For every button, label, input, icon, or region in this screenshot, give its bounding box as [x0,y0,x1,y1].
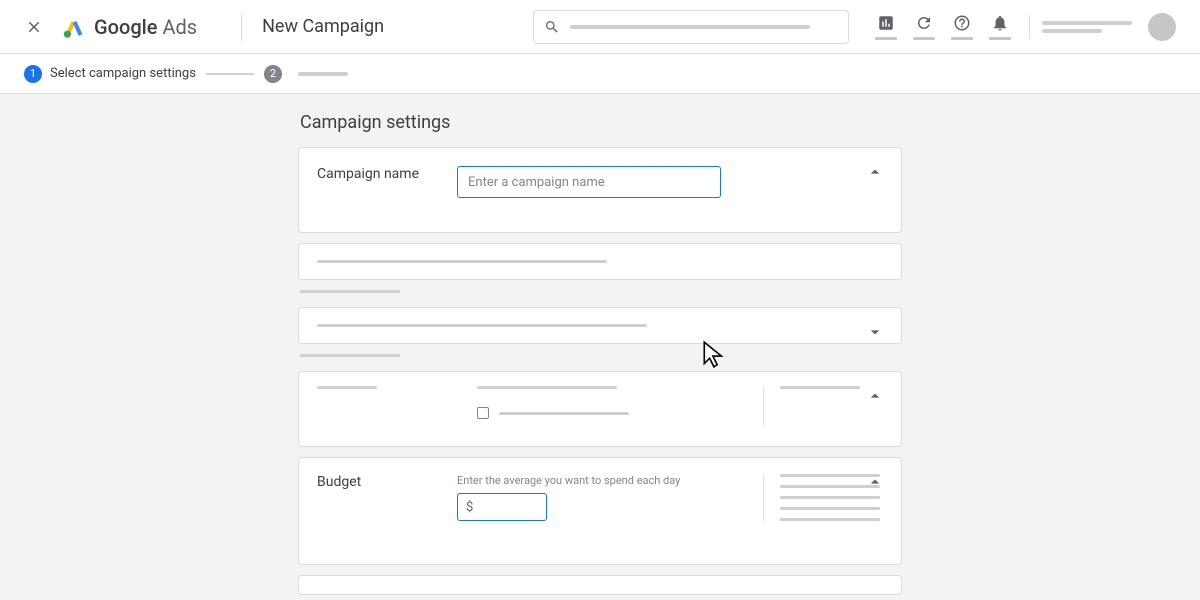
settings-row-3 [298,371,902,447]
chevron-up-icon [865,472,885,492]
notifications-button[interactable] [983,14,1017,40]
section-title: Campaign settings [298,112,902,133]
checkbox[interactable] [477,407,489,419]
reports-icon [877,14,895,32]
collapse-toggle-3[interactable] [865,386,885,406]
search-input[interactable] [533,10,849,44]
close-button[interactable] [24,17,44,37]
step-connector [206,73,254,75]
step-1-number: 1 [24,65,42,83]
help-button[interactable] [945,14,979,40]
header-divider [241,13,242,41]
bell-icon [991,14,1009,32]
header-actions [869,13,1176,41]
collapse-toggle[interactable] [865,162,885,182]
budget-label: Budget [317,474,457,521]
collapse-toggle-budget[interactable] [865,472,885,492]
budget-help-text: Enter the average you want to spend each… [457,474,763,487]
search-placeholder [570,25,810,29]
step-1[interactable]: 1 Select campaign settings [24,65,196,83]
step-2-label-placeholder [298,72,348,76]
campaign-name-label: Campaign name [317,166,457,198]
step-1-label: Select campaign settings [50,66,196,81]
settings-row-2[interactable] [298,307,902,344]
settings-row-4[interactable] [298,575,902,595]
chevron-down-icon [865,322,885,342]
budget-input[interactable]: $ [457,493,547,521]
section-divider-1 [300,290,400,293]
chevron-up-icon [865,386,885,406]
expand-toggle[interactable] [865,322,885,342]
ads-logo-icon [62,15,86,39]
chevron-up-icon [865,162,885,182]
brand-text: Google Ads [94,15,197,39]
app-header: Google Ads New Campaign [0,0,1200,54]
avatar[interactable] [1148,13,1176,41]
account-info[interactable] [1042,21,1132,33]
campaign-name-card: Campaign name [298,147,902,233]
refresh-icon [915,14,933,32]
section-divider-2 [300,354,400,357]
refresh-button[interactable] [907,14,941,40]
page-title: New Campaign [262,16,384,37]
step-2[interactable]: 2 [264,65,348,83]
reports-button[interactable] [869,14,903,40]
campaign-stepper: 1 Select campaign settings 2 [0,54,1200,94]
campaign-name-input[interactable] [457,166,721,198]
brand-logo: Google Ads [62,15,197,39]
step-2-number: 2 [264,65,282,83]
budget-card: Budget Enter the average you want to spe… [298,457,902,565]
search-icon [544,19,560,35]
settings-row-1[interactable] [298,243,902,280]
close-icon [25,18,43,36]
help-icon [953,14,971,32]
header-separator [1029,15,1030,39]
main-content: Campaign settings Campaign name [0,94,1200,600]
